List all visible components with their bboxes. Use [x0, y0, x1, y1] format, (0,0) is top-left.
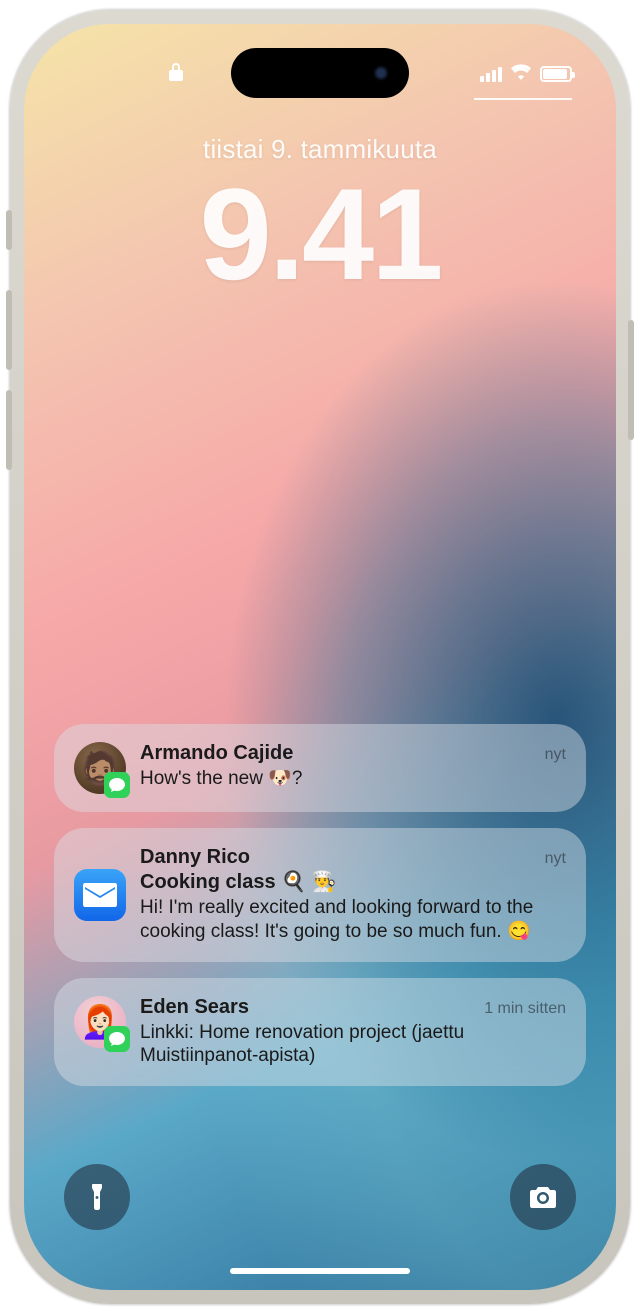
- mail-app-icon: [74, 869, 126, 921]
- phone-frame: tiistai 9. tammikuuta 9.41 🧔🏽 Armando Ca…: [10, 10, 630, 1304]
- notification-sender: Danny Rico: [140, 846, 250, 869]
- datetime-widget: tiistai 9. tammikuuta 9.41: [24, 134, 616, 299]
- notification-item[interactable]: Danny Rico nyt Cooking class 🍳 👨‍🍳 Hi! I…: [54, 828, 586, 962]
- battery-icon: [540, 66, 572, 82]
- notifications-list: 🧔🏽 Armando Cajide nyt How's the new 🐶?: [54, 724, 586, 1086]
- notification-message: Linkki: Home renovation project (jaettu …: [140, 1021, 566, 1069]
- lock-screen[interactable]: tiistai 9. tammikuuta 9.41 🧔🏽 Armando Ca…: [24, 24, 616, 1290]
- silent-switch[interactable]: [6, 210, 12, 250]
- notification-message: How's the new 🐶?: [140, 767, 566, 791]
- notification-sender: Eden Sears: [140, 996, 249, 1019]
- messages-app-icon: [104, 1026, 130, 1052]
- power-button[interactable]: [628, 320, 634, 440]
- home-indicator[interactable]: [230, 1268, 410, 1274]
- contact-avatar: 🧔🏽: [74, 742, 126, 794]
- camera-button[interactable]: [510, 1164, 576, 1230]
- notification-time: nyt: [545, 746, 566, 764]
- flashlight-button[interactable]: [64, 1164, 130, 1230]
- notification-message: Hi! I'm really excited and looking forwa…: [140, 896, 566, 944]
- cellular-signal-icon: [480, 66, 502, 82]
- volume-up-button[interactable]: [6, 290, 12, 370]
- notification-sender: Armando Cajide: [140, 742, 293, 765]
- notification-subject: Cooking class 🍳 👨‍🍳: [140, 869, 566, 894]
- messages-app-icon: [104, 772, 130, 798]
- contact-avatar: 👩🏻‍🦰: [74, 996, 126, 1048]
- notification-time: nyt: [545, 850, 566, 868]
- quick-actions: [64, 1164, 576, 1230]
- time-label: 9.41: [24, 169, 616, 299]
- notification-item[interactable]: 🧔🏽 Armando Cajide nyt How's the new 🐶?: [54, 724, 586, 812]
- wifi-icon: [510, 64, 532, 85]
- notification-time: 1 min sitten: [484, 1000, 566, 1018]
- lock-icon: [168, 62, 184, 87]
- dynamic-island[interactable]: [231, 48, 409, 98]
- notification-item[interactable]: 👩🏻‍🦰 Eden Sears 1 min sitten Linkki: Hom…: [54, 978, 586, 1087]
- volume-down-button[interactable]: [6, 390, 12, 470]
